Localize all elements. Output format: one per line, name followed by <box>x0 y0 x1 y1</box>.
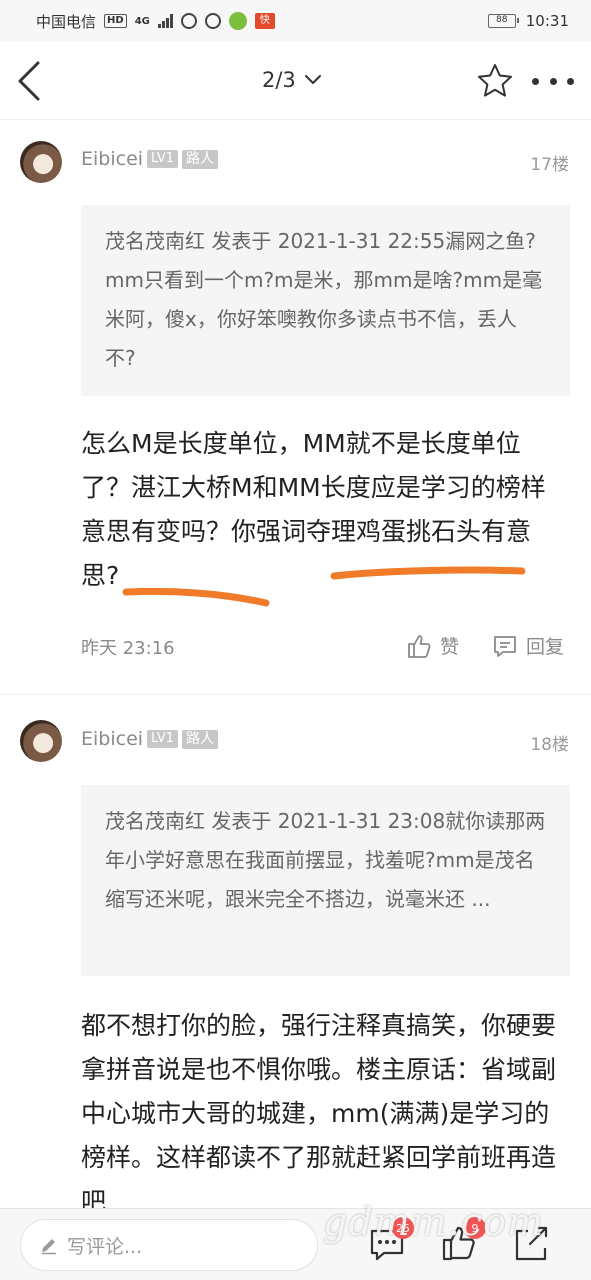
share-icon <box>515 1226 548 1261</box>
avatar[interactable] <box>20 141 62 183</box>
more-button[interactable] <box>532 74 574 88</box>
favorite-button[interactable] <box>476 62 514 100</box>
comments-button[interactable]: 25 <box>368 1217 414 1263</box>
browser-notification-icon <box>204 13 221 29</box>
app-notification-icon <box>180 13 197 29</box>
comment-placeholder: 写评论... <box>67 1235 143 1258</box>
post-detail-page: 中国电信 HD 4G 快 88 10:31 2/3 Eibicei LV1 路人… <box>0 0 591 1280</box>
orange-underline-mark <box>122 587 270 607</box>
like-label: 赞 <box>440 636 460 658</box>
comment-input[interactable]: 写评论... <box>20 1219 318 1271</box>
quoted-post[interactable]: 茂名茂南红 发表于 2021-1-31 23:08就你读那两年小学好意思在我面前… <box>81 785 570 976</box>
avatar[interactable] <box>20 720 62 762</box>
share-button[interactable] <box>512 1223 550 1263</box>
like-count-badge: 9 <box>464 1217 486 1239</box>
orange-underline-mark <box>330 566 526 580</box>
chevron-down-icon <box>304 75 321 84</box>
green-app-icon <box>228 12 247 30</box>
status-bar: 中国电信 HD 4G 快 88 10:31 <box>0 0 591 42</box>
page-indicator: 2/3 <box>262 68 296 92</box>
like-button[interactable]: 赞 <box>406 632 459 659</box>
pencil-icon <box>42 1239 56 1255</box>
author-line: Eibicei LV1 路人 <box>81 148 219 170</box>
carrier-label: 中国电信 <box>36 12 97 31</box>
network-type: 4G <box>134 15 150 27</box>
more-dot-icon <box>532 77 539 85</box>
thumbs-up-icon <box>408 634 431 658</box>
signal-icon <box>157 14 173 28</box>
quoted-post[interactable]: 茂名茂南红 发表于 2021-1-31 22:55漏网之鱼?mm只看到一个m?m… <box>81 205 570 396</box>
comment-icon <box>494 635 516 657</box>
battery-icon: 88 <box>487 14 519 28</box>
clock: 10:31 <box>525 12 569 30</box>
post-time: 昨天 23:16 <box>81 638 175 659</box>
reply-label: 回复 <box>526 636 565 658</box>
bottom-action-bar: 写评论... 25 9 <box>0 1208 591 1280</box>
post-divider <box>0 694 591 695</box>
comment-count-badge: 25 <box>392 1217 414 1239</box>
more-dot-icon <box>549 77 557 85</box>
more-dot-icon <box>567 77 574 85</box>
hd-badge: HD <box>104 14 127 28</box>
post-content: 都不想打你的脸，强行注释真搞笑，你硬要拿拼音说是也不惧你哦。楼主原话：省域副中心… <box>81 1011 557 1216</box>
level-badge: LV1 <box>147 150 179 168</box>
star-icon <box>478 64 512 97</box>
floor-number: 18楼 <box>530 735 569 755</box>
role-badge: 路人 <box>182 149 219 169</box>
back-button[interactable] <box>14 60 50 102</box>
chevron-left-icon <box>18 61 40 101</box>
floor-number: 17楼 <box>530 155 569 175</box>
reply-button[interactable]: 回复 <box>492 632 564 659</box>
top-nav-bar: 2/3 <box>0 42 591 120</box>
page-selector[interactable]: 2/3 <box>262 68 322 92</box>
news-app-icon: 快 <box>254 13 275 29</box>
author-line: Eibicei LV1 路人 <box>81 728 219 750</box>
like-post-button[interactable]: 9 <box>440 1217 486 1263</box>
role-badge: 路人 <box>182 729 219 749</box>
level-badge: LV1 <box>147 730 179 748</box>
author-name[interactable]: Eibicei <box>81 728 143 750</box>
author-name[interactable]: Eibicei <box>81 148 143 170</box>
